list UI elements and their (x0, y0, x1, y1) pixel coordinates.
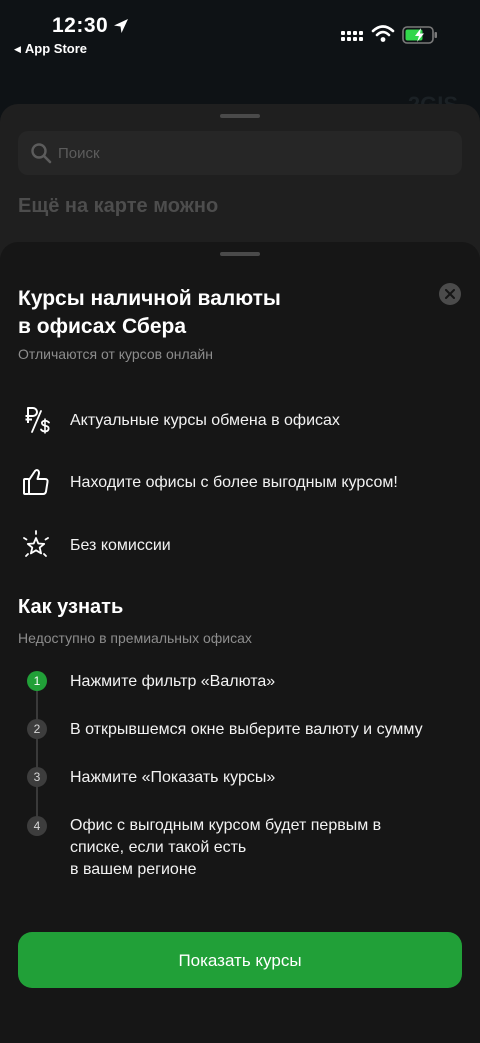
how-to-heading: Как узнать (18, 596, 124, 618)
step-text-line: списке, если такой есть (70, 839, 247, 856)
show-rates-button[interactable]: Показать курсы (18, 932, 462, 988)
steps-timeline (36, 690, 38, 818)
background-sheet-handle[interactable] (220, 114, 260, 118)
ruble-dollar-icon (25, 407, 50, 434)
back-app-label: App Store (24, 41, 88, 56)
sheet-title: Курсы наличной валюты в офисах Сбера (18, 285, 398, 341)
step-number: 1 (27, 671, 47, 691)
background-heading: Ещё на карте можно (18, 195, 219, 217)
step-text-line: Нажмите фильтр «Валюта» (70, 673, 276, 690)
step-text-line: В открывшемся окне выберите валюту и сум… (70, 721, 423, 738)
step-text-line: в вашем регионе (70, 861, 197, 878)
step-text: Нажмите «Показать курсы» (70, 767, 275, 789)
thumbs-up-icon (23, 469, 49, 495)
status-time: 12:30 (52, 14, 109, 37)
battery-charging-icon (402, 26, 437, 44)
feature-better-rate-text: Находите офисы с более выгодным курсом! (70, 474, 398, 491)
search-icon (31, 143, 52, 164)
step-text: Нажмите фильтр «Валюта» (70, 671, 275, 693)
step-text: В открывшемся окне выберите валюту и сум… (70, 719, 423, 741)
sheet-title-line-1: Курсы наличной валюты (18, 287, 281, 310)
feature-no-fee-text: Без комиссии (70, 537, 171, 554)
location-arrow-icon (114, 19, 128, 33)
step-text-line: Нажмите «Показать курсы» (70, 769, 276, 786)
step-number: 3 (27, 767, 47, 787)
sheet-subtitle: Отличаются от курсов онлайн (18, 346, 213, 362)
status-bar: 12:30 ◀ App Store (0, 0, 480, 62)
search-placeholder: Поиск (58, 145, 100, 162)
sparkle-star-icon (23, 530, 49, 557)
search-bar[interactable]: Поиск (18, 131, 462, 175)
close-button[interactable] (439, 283, 461, 305)
step-number: 4 (27, 816, 47, 836)
how-to-subtitle: Недоступно в премиальных офисах (18, 630, 252, 646)
step-number: 2 (27, 719, 47, 739)
cellular-signal-icon (341, 31, 363, 41)
feature-rates-text: Актуальные курсы обмена в офисах (70, 412, 340, 429)
step-text-line: Офис с выгодным курсом будет первым в (70, 817, 382, 834)
sheet-drag-handle[interactable] (220, 252, 260, 256)
back-triangle-icon: ◀ (14, 44, 21, 54)
sheet-title-line-2: в офисах Сбера (18, 315, 187, 338)
close-icon (445, 289, 455, 299)
step-text: Офис с выгодным курсом будет первым в сп… (70, 815, 381, 881)
back-to-app-store[interactable]: ◀ App Store (14, 41, 87, 56)
wifi-icon (371, 25, 395, 42)
